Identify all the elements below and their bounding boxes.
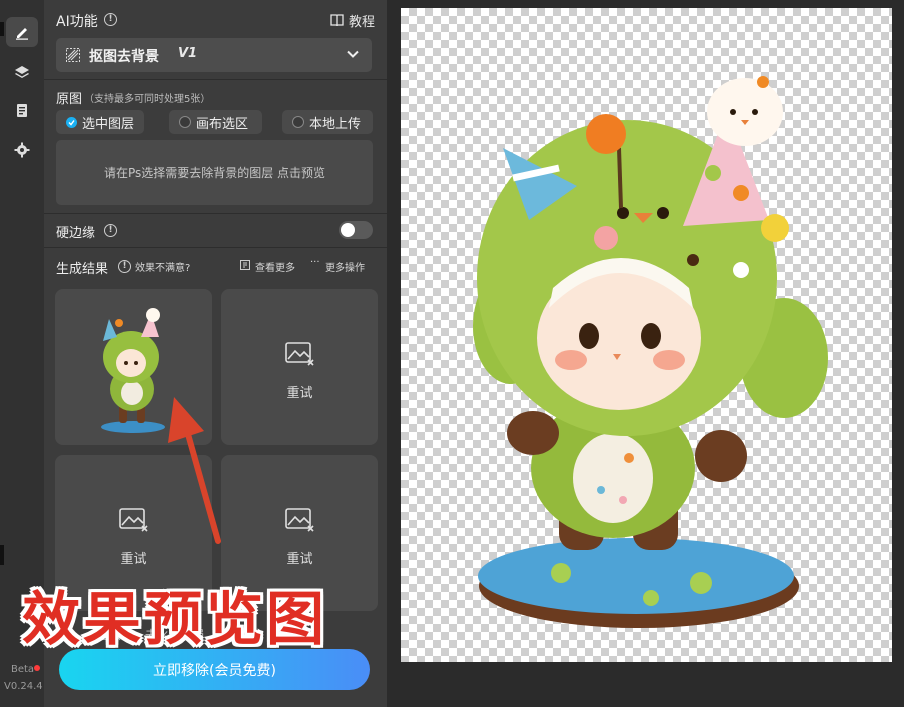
- result-card-retry[interactable]: 重试: [221, 289, 378, 445]
- divider: [44, 213, 387, 214]
- image-broken-icon: [285, 342, 314, 366]
- book-icon: [330, 14, 344, 27]
- info-icon[interactable]: !: [104, 13, 117, 26]
- view-more-link[interactable]: 查看更多: [255, 259, 295, 274]
- source-option-label: 本地上传: [309, 116, 362, 132]
- settings-tool-button[interactable]: [6, 135, 38, 165]
- more-actions-link[interactable]: 更多操作: [325, 259, 365, 274]
- results-title: 生成结果: [56, 262, 109, 277]
- pen-tool-button[interactable]: [6, 17, 38, 47]
- source-option-local-upload[interactable]: 本地上传: [282, 110, 373, 134]
- divider: [44, 79, 387, 80]
- unsatisfied-link[interactable]: 效果不满意?: [135, 259, 190, 274]
- info-icon[interactable]: !: [118, 260, 131, 273]
- hard-edge-label: 硬边缘: [56, 226, 96, 241]
- image-broken-icon: [119, 508, 148, 532]
- source-option-label: 选中图层: [82, 116, 135, 132]
- retry-label: 重试: [286, 552, 313, 567]
- radio-empty-icon: [179, 116, 191, 128]
- layers-tool-button[interactable]: [6, 57, 38, 87]
- divider: [44, 247, 387, 248]
- annotation-caption: 效果预览图: [22, 585, 328, 653]
- panel-title: AI功能: [56, 14, 98, 30]
- cta-label: 立即移除(会员免费): [153, 662, 276, 679]
- preview-canvas: [401, 8, 892, 662]
- clipboard-icon: [17, 104, 27, 117]
- source-option-canvas-selection[interactable]: 画布选区: [169, 110, 262, 134]
- source-dropzone[interactable]: 请在Ps选择需要去除背景的图层 点击预览: [56, 140, 373, 205]
- view-more-icon: [240, 260, 250, 270]
- layers-icon: [15, 66, 29, 78]
- more-actions-dots-icon: ···: [310, 257, 320, 268]
- tutorial-label: 教程: [349, 15, 376, 30]
- beta-notification-dot: [34, 665, 40, 671]
- source-hint: （支持最多可同时处理5张）: [84, 94, 211, 105]
- toggle-knob: [341, 223, 355, 237]
- version-label: V0.24.4: [4, 681, 43, 692]
- rail-indicator-lower: [0, 545, 4, 565]
- info-icon[interactable]: !: [104, 224, 117, 237]
- pen-icon: [16, 28, 28, 40]
- cutout-icon: [66, 48, 80, 62]
- hard-edge-toggle[interactable]: [339, 221, 373, 239]
- gear-icon: [14, 142, 30, 158]
- radio-checked-icon: [66, 116, 77, 128]
- retry-label: 重试: [286, 386, 313, 401]
- feature-select-value: 抠图去背景: [89, 49, 159, 65]
- clipboard-tool-button[interactable]: [6, 95, 38, 125]
- feature-select[interactable]: 抠图去背景 V1: [56, 38, 372, 72]
- source-title: 原图: [56, 92, 83, 107]
- chevron-down-icon: [347, 50, 359, 58]
- dropzone-text: 请在Ps选择需要去除背景的图层 点击预览: [103, 166, 326, 180]
- source-option-selected-layer[interactable]: 选中图层: [56, 110, 144, 134]
- image-broken-icon: [285, 508, 314, 532]
- preview-image: [473, 76, 828, 628]
- beta-label: Beta: [11, 664, 35, 675]
- radio-empty-icon: [292, 116, 304, 128]
- annotation-arrow: [168, 397, 221, 544]
- source-option-label: 画布选区: [196, 116, 249, 132]
- version-badge: V1: [178, 46, 198, 61]
- rail-indicator: [0, 22, 4, 36]
- tutorial-link[interactable]: 教程: [330, 11, 375, 30]
